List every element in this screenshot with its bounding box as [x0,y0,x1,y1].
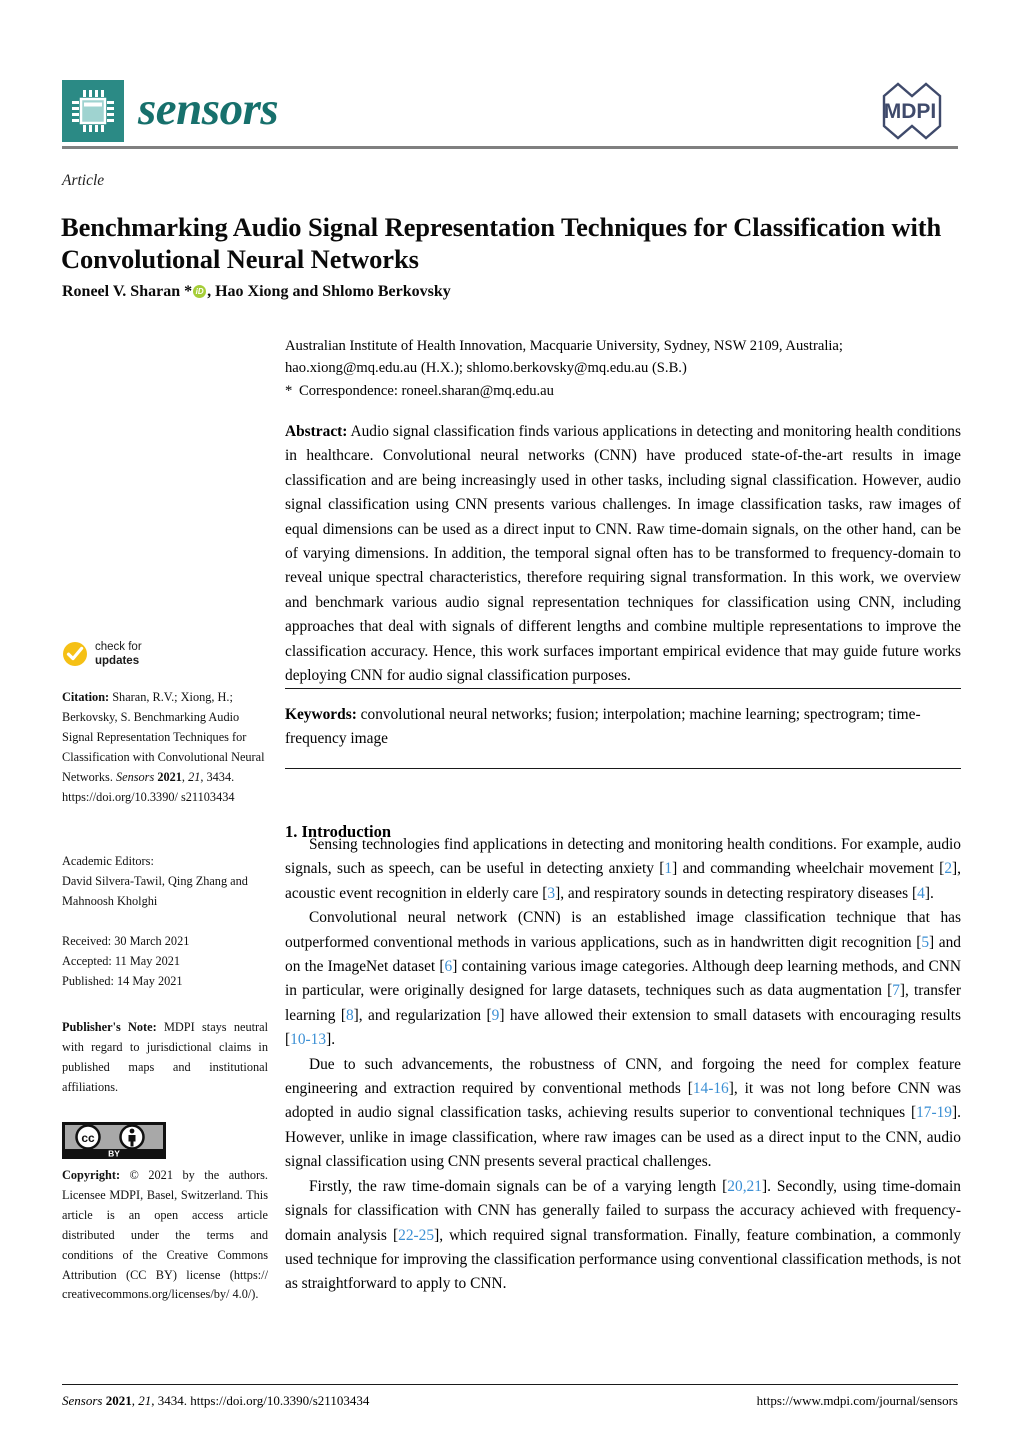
abstract-label: Abstract: [285,423,348,440]
abstract-text: Audio signal classification finds variou… [285,423,961,685]
journal-title: sensors [138,82,279,135]
copyright-block: Copyright: © 2021 by the authors. Licens… [62,1166,268,1305]
footer-divider [62,1384,958,1386]
svg-text:MDPI: MDPI [884,100,937,123]
footer-volume: 21 [138,1393,152,1408]
date-published: Published: 14 May 2021 [62,973,183,988]
publication-dates-block: Received: 30 March 2021 Accepted: 11 May… [62,932,268,992]
citation-year: 2021 [157,769,182,784]
svg-text:cc: cc [81,1131,95,1145]
footer-citation: Sensors 2021, 21, 3434. https://doi.org/… [62,1393,370,1408]
cfu-line-2: updates [95,655,140,668]
introduction-body: Sensing technologies find applications i… [285,833,961,1297]
footer-year: 2021 [105,1393,132,1408]
keywords-divider-bottom [285,768,961,770]
publishers-note-label: Publisher's Note: [62,1020,157,1034]
citation-journal: Sensors [115,769,155,784]
copyright-text: © 2021 by the authors. Licensee MDPI, Ba… [62,1168,268,1302]
cfu-line-1: check for [95,641,142,653]
date-received: Received: 30 March 2021 [62,934,190,948]
check-for-updates-badge[interactable]: check for updates [62,640,142,668]
page-footer: Sensors 2021, 21, 3434. https://doi.org/… [62,1393,958,1409]
journal-brand: sensors [62,80,279,142]
paper-page: sensors MDPI Article Benchmarking Audio … [0,0,1020,1442]
creative-commons-badge[interactable]: cc BY [62,1122,166,1159]
article-type-label: Article [62,172,105,189]
citation-label: Citation: [62,690,110,704]
affiliation-block: Australian Institute of Health Innovatio… [285,335,961,402]
page-title: Benchmarking Audio Signal Representation… [61,211,942,275]
footer-journal: Sensors [62,1393,103,1408]
keywords-block: Keywords: convolutional neural networks;… [285,703,961,752]
header-divider [62,146,958,149]
correspondence-text: Correspondence: roneel.sharan@mq.edu.au [299,382,554,399]
check-for-updates-label: check for updates [95,640,142,668]
academic-editors-label: Academic Editors: [62,854,154,868]
creative-commons-icon: cc [75,1124,101,1150]
affiliation-emails: hao.xiong@mq.edu.au (H.X.); shlomo.berko… [285,360,687,377]
academic-editors-block: Academic Editors: David Silvera-Tawil, Q… [62,852,268,912]
citation-block: Citation: Sharan, R.V.; Xiong, H.; Berko… [62,690,265,804]
paragraph: Convolutional neural network (CNN) is an… [285,909,961,1049]
attribution-person-icon [119,1124,145,1150]
abstract-block: Abstract: Audio signal classification fi… [285,420,961,688]
copyright-label: Copyright: [62,1168,121,1182]
paragraph: Firstly, the raw time-domain signals can… [285,1177,962,1293]
footer-citation-rest: , 3434. https://doi.org/10.3390/s2110343… [151,1393,370,1408]
correspondence-marker: * [285,382,293,399]
keywords-label: Keywords: [285,706,357,723]
check-circle-icon [62,641,88,667]
keywords-divider-top [285,688,961,690]
microchip-icon [62,80,124,142]
author-names-secondary: , Hao Xiong and Shlomo Berkovsky [207,283,451,300]
citation-volume: 21 [188,769,201,784]
orcid-icon[interactable] [193,285,207,298]
paragraph: Due to such advancements, the robustness… [285,1055,961,1171]
paragraph: Sensing technologies find applications i… [285,836,961,902]
cc-by-label: BY [108,1149,120,1159]
author-list: Roneel V. Sharan * , Hao Xiong and Shlomo… [62,283,962,301]
publishers-note-block: Publisher's Note: MDPI stays neutral wit… [62,1018,268,1098]
journal-masthead: sensors MDPI [62,76,958,146]
academic-editors-names: David Silvera-Tawil, Qing Zhang and Mahn… [62,873,248,908]
date-accepted: Accepted: 11 May 2021 [62,953,181,968]
author-names-primary: Roneel V. Sharan * [62,283,193,300]
correspondence-line: * Correspondence: roneel.sharan@mq.edu.au [285,380,961,402]
affiliation-line-1: Australian Institute of Health Innovatio… [285,338,843,354]
footer-journal-url[interactable]: https://www.mdpi.com/journal/sensors [757,1393,958,1409]
keywords-text: convolutional neural networks; fusion; i… [285,706,921,748]
mdpi-logo-icon: MDPI [862,80,958,142]
